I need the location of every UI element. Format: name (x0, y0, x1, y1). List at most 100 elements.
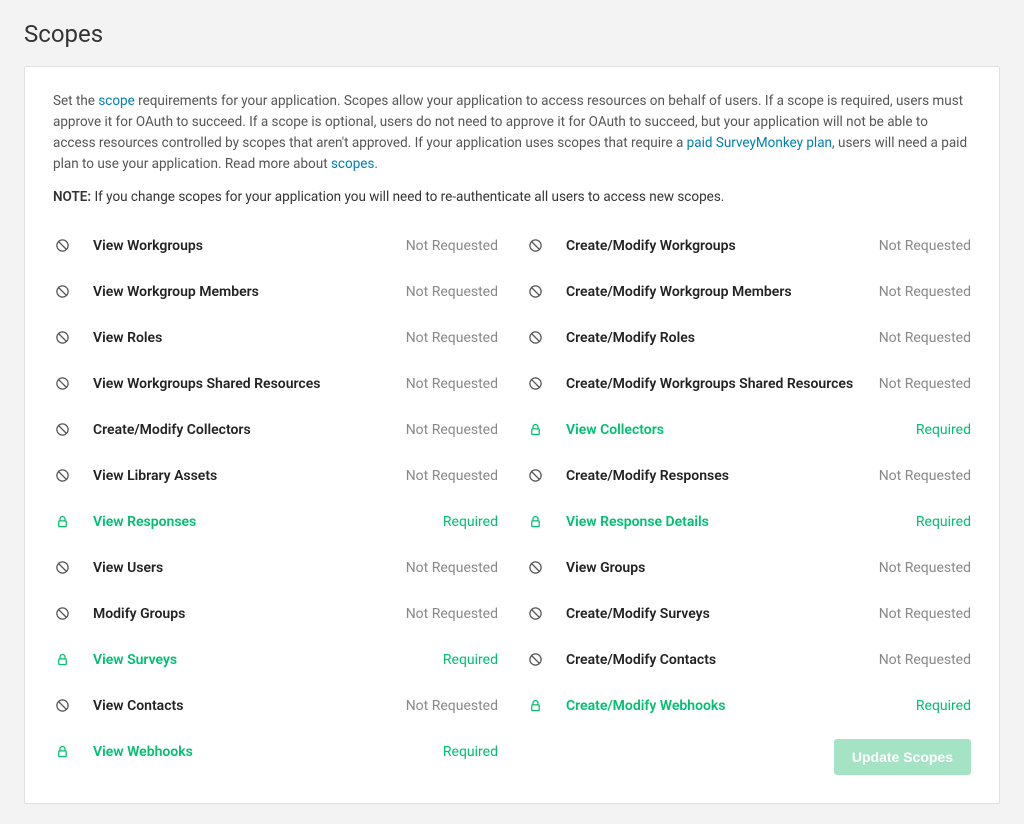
scopes-column-left: View WorkgroupsNot RequestedView Workgro… (53, 223, 498, 775)
scope-row: Create/Modify Surveys Not Requested (526, 591, 971, 637)
scope-label[interactable]: Create/Modify Workgroup Members (566, 284, 867, 300)
scope-row: View Roles Not Requested (53, 315, 498, 361)
scope-row: View CollectorsRequired (526, 407, 971, 453)
scope-status: Not Requested (406, 284, 498, 300)
scope-status: Required (916, 698, 971, 714)
scope-status: Not Requested (406, 468, 498, 484)
scope-row: View Webhooks Required (53, 729, 498, 775)
not-allowed-icon (53, 329, 71, 347)
page-title: Scopes (24, 20, 1000, 48)
scopes-column-right: Create/Modify WorkgroupsNot RequestedCre… (526, 223, 971, 775)
update-scopes-button[interactable]: Update Scopes (834, 739, 971, 775)
scope-label[interactable]: View Workgroup Members (93, 284, 394, 300)
scope-label[interactable]: View Collectors (566, 422, 904, 438)
scope-status: Not Requested (406, 330, 498, 346)
scope-status: Not Requested (879, 606, 971, 622)
scope-row: Modify GroupsNot Requested (53, 591, 498, 637)
scope-row: View Users Not Requested (53, 545, 498, 591)
not-allowed-icon (53, 237, 71, 255)
scope-row: Create/Modify Collectors Not Requested (53, 407, 498, 453)
scope-row: View Workgroup Members Not Requested (53, 269, 498, 315)
scope-label[interactable]: View Groups (566, 560, 867, 576)
scope-label[interactable]: Create/Modify Webhooks (566, 698, 904, 714)
intro-segment: Set the (53, 93, 98, 109)
scope-status: Not Requested (879, 330, 971, 346)
note-body: If you change scopes for your applicatio… (94, 189, 724, 205)
scope-status: Not Requested (406, 560, 498, 576)
scope-status: Not Requested (406, 376, 498, 392)
scope-status: Not Requested (879, 560, 971, 576)
not-allowed-icon (526, 651, 544, 669)
lock-icon (526, 513, 544, 531)
scope-label[interactable]: View Contacts (93, 698, 394, 714)
intro-text: Set the scope requirements for your appl… (53, 91, 971, 175)
scope-label[interactable]: Create/Modify Workgroups (566, 238, 867, 254)
scope-status: Required (443, 652, 498, 668)
note-prefix: NOTE: (53, 189, 94, 205)
scope-row: View Workgroups Shared Resources Not Requ… (53, 361, 498, 407)
scope-status: Not Requested (406, 238, 498, 254)
scope-status: Not Requested (879, 238, 971, 254)
scope-label[interactable]: Create/Modify Contacts (566, 652, 867, 668)
not-allowed-icon (53, 697, 71, 715)
scope-status: Required (443, 744, 498, 760)
scope-label[interactable]: Create/Modify Roles (566, 330, 867, 346)
lock-icon (53, 513, 71, 531)
not-allowed-icon (53, 421, 71, 439)
not-allowed-icon (53, 375, 71, 393)
not-allowed-icon (526, 283, 544, 301)
scope-status: Not Requested (406, 698, 498, 714)
scope-label[interactable]: View Responses (93, 514, 431, 530)
lock-icon (53, 651, 71, 669)
scope-label[interactable]: View Library Assets (93, 468, 394, 484)
scope-label[interactable]: View Workgroups Shared Resources (93, 376, 394, 392)
scope-status: Not Requested (406, 422, 498, 438)
scope-label[interactable]: View Surveys (93, 652, 431, 668)
not-allowed-icon (526, 375, 544, 393)
scope-row: View Workgroups Not Requested (53, 223, 498, 269)
not-allowed-icon (53, 559, 71, 577)
not-allowed-icon (526, 559, 544, 577)
scope-label[interactable]: View Users (93, 560, 394, 576)
not-allowed-icon (53, 467, 71, 485)
scope-row: Create/Modify Workgroups Not Requested (526, 223, 971, 269)
scope-label[interactable]: View Workgroups (93, 238, 394, 254)
scope-row: Create/Modify Contacts Not Requested (526, 637, 971, 683)
scope-row: View Responses Required (53, 499, 498, 545)
scope-status: Required (916, 514, 971, 530)
scope-label[interactable]: Create/Modify Workgroups Shared Resource… (566, 376, 867, 392)
scope-label[interactable]: Create/Modify Responses (566, 468, 867, 484)
scope-label[interactable]: Create/Modify Surveys (566, 606, 867, 622)
scope-status: Not Requested (879, 652, 971, 668)
not-allowed-icon (526, 237, 544, 255)
scope-label[interactable]: View Roles (93, 330, 394, 346)
not-allowed-icon (53, 283, 71, 301)
scope-row: Create/Modify Webhooks Required (526, 683, 971, 729)
scope-row: Create/Modify Responses Not Requested (526, 453, 971, 499)
scope-status: Not Requested (879, 468, 971, 484)
footer-row: Update Scopes (526, 729, 971, 775)
not-allowed-icon (526, 605, 544, 623)
scope-status: Not Requested (879, 376, 971, 392)
scope-row: View Library Assets Not Requested (53, 453, 498, 499)
not-allowed-icon (526, 329, 544, 347)
scope-label[interactable]: Modify Groups (93, 606, 394, 622)
scope-row: View Groups Not Requested (526, 545, 971, 591)
scope-row: Create/Modify Roles Not Requested (526, 315, 971, 361)
scopes-panel: Set the scope requirements for your appl… (24, 66, 1000, 804)
not-allowed-icon (526, 467, 544, 485)
scope-status: Not Requested (879, 284, 971, 300)
lock-icon (526, 697, 544, 715)
scope-link[interactable]: scope (98, 93, 134, 109)
scope-status: Required (443, 514, 498, 530)
scope-row: View Contacts Not Requested (53, 683, 498, 729)
scope-label[interactable]: Create/Modify Collectors (93, 422, 394, 438)
paid-plan-link[interactable]: paid SurveyMonkey plan (687, 135, 832, 151)
scopes-docs-link[interactable]: scopes (331, 156, 374, 172)
scope-row: Create/Modify Workgroup Members Not Reque… (526, 269, 971, 315)
scope-label[interactable]: View Response Details (566, 514, 904, 530)
scope-row: View Response Details Required (526, 499, 971, 545)
not-allowed-icon (53, 605, 71, 623)
scope-row: View Surveys Required (53, 637, 498, 683)
scope-label[interactable]: View Webhooks (93, 744, 431, 760)
